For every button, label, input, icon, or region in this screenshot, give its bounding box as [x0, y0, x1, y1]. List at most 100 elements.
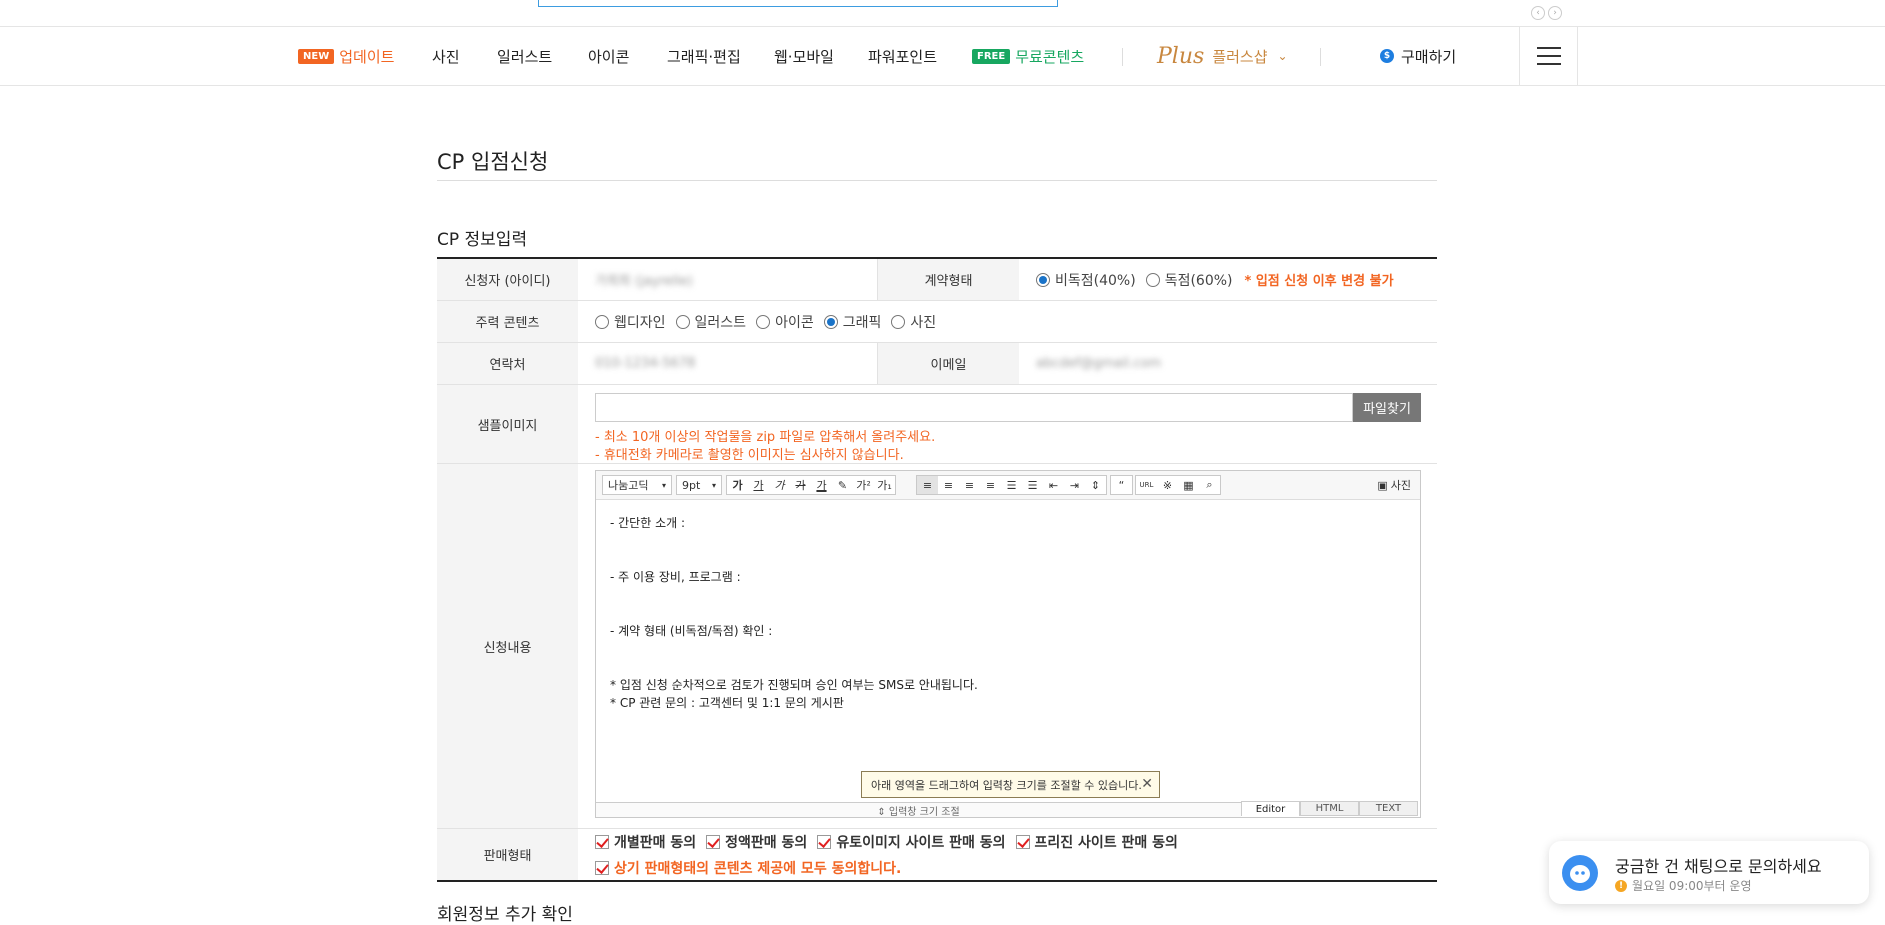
sale-cell: 개별판매 동의 정액판매 동의 유토이미지 사이트 판매 동의 프리진 사이트 …: [578, 829, 1437, 880]
contract-label: 계약형태: [878, 259, 1019, 300]
photo-insert-button[interactable]: ▣ 사진: [1372, 475, 1416, 495]
nav-item-ppt[interactable]: 파워포인트: [868, 27, 937, 85]
font-color-icon[interactable]: 가: [811, 476, 832, 494]
sale-check-individual[interactable]: 개별판매 동의: [595, 832, 696, 852]
nav-item-illust[interactable]: 일러스트: [497, 27, 552, 85]
align-left-icon[interactable]: ≡: [917, 476, 938, 494]
strikethrough-icon[interactable]: 가: [790, 476, 811, 494]
align-right-icon[interactable]: ≡: [959, 476, 980, 494]
dropdown-icon: ▾: [711, 480, 716, 490]
radio-button[interactable]: [756, 314, 771, 329]
ordered-list-icon[interactable]: ☰: [1001, 476, 1022, 494]
check-label: 정액판매 동의: [725, 834, 808, 851]
form-row-applicant: 신청자 (아이디) 가희희 (jayrelle) 계약형태 비독점(40%) 독…: [437, 259, 1437, 301]
quote-icon[interactable]: “: [1111, 476, 1132, 494]
bullet-list-icon[interactable]: ☰: [1022, 476, 1043, 494]
form-row-sample: 샘플이미지 파일찾기 - 최소 10개 이상의 작업물을 zip 파일로 압축해…: [437, 385, 1437, 464]
content-radio-graphic[interactable]: 그래픽: [823, 312, 881, 332]
chat-hours: ! 월요일 09:00부터 운영: [1615, 877, 1752, 894]
tooltip-text: 아래 영역을 드래그하여 입력창 크기를 조절할 수 있습니다.: [871, 778, 1142, 792]
mode-tab-editor[interactable]: Editor: [1241, 801, 1300, 816]
radio-button[interactable]: [595, 314, 609, 329]
chat-widget[interactable]: 궁금한 건 채팅으로 문의하세요 ! 월요일 09:00부터 운영: [1549, 841, 1869, 904]
chat-bot-icon: [1562, 855, 1598, 891]
nav-divider: [1122, 48, 1123, 66]
contract-radio-nonexclusive[interactable]: 비독점(40%): [1036, 270, 1136, 290]
content-label: 주력 콘텐츠: [437, 301, 578, 342]
mode-tab-html[interactable]: HTML: [1300, 801, 1359, 816]
editor-content[interactable]: - 간단한 소개 : - 주 이용 장비, 프로그램 : - 계약 형태 (비독…: [596, 500, 1420, 726]
radio-label: 독점(60%): [1164, 272, 1233, 289]
italic-icon[interactable]: 가: [769, 476, 790, 494]
nav-item-web[interactable]: 웹·모바일: [774, 27, 834, 85]
line-height-icon[interactable]: ⇕: [1085, 476, 1106, 494]
bold-icon[interactable]: 가: [727, 476, 748, 494]
special-char-icon[interactable]: ※: [1157, 476, 1178, 494]
sample-hint-1: - 최소 10개 이상의 작업물을 zip 파일로 압축해서 올려주세요.: [595, 430, 936, 445]
content-radio-illust[interactable]: 일러스트: [675, 312, 747, 332]
resize-handle[interactable]: ⇕ 입력창 크기 조절: [596, 802, 1241, 818]
checkbox[interactable]: [595, 860, 609, 875]
sale-check-fixed[interactable]: 정액판매 동의: [706, 832, 807, 852]
link-icon[interactable]: URL: [1136, 476, 1157, 494]
menu-button[interactable]: [1519, 27, 1578, 85]
font-select[interactable]: 나눔고딕 ▾: [602, 475, 672, 495]
sale-check-freegine[interactable]: 프리진 사이트 판매 동의: [1015, 832, 1178, 852]
phone-cell: 010-1234-5678: [578, 343, 878, 384]
close-icon[interactable]: ✕: [1141, 776, 1153, 792]
contract-cell: 비독점(40%) 독점(60%) * 입점 신청 이후 변경 불가: [1019, 259, 1437, 300]
sample-label: 샘플이미지: [437, 385, 578, 463]
next-arrow-icon[interactable]: ›: [1548, 6, 1562, 20]
nav-item-plus-shop[interactable]: Plus 플러스샵 ⌄: [1157, 27, 1288, 85]
radio-button[interactable]: [675, 314, 690, 329]
size-select[interactable]: 9pt ▾: [676, 475, 722, 495]
checkbox[interactable]: [595, 834, 609, 849]
content-radio-webdesign[interactable]: 웹디자인: [595, 312, 666, 332]
form-row-apply-content: 신청내용 나눔고딕 ▾ 9pt ▾ 가 가 가 가 가 ✎ 가² 가₁ ≡ ≡ …: [437, 464, 1437, 829]
indent-icon[interactable]: ⇥: [1064, 476, 1085, 494]
underline-icon[interactable]: 가: [748, 476, 769, 494]
check-label: 프리진 사이트 판매 동의: [1034, 834, 1178, 851]
editor-mode-tabs: Editor HTML TEXT: [1241, 801, 1418, 816]
contract-radio-exclusive[interactable]: 독점(60%): [1145, 270, 1233, 290]
subscript-icon[interactable]: 가₁: [874, 476, 895, 494]
apply-content-label: 신청내용: [437, 464, 578, 828]
email-cell: abcdef@gmail.com: [1019, 343, 1437, 384]
nav-item-update[interactable]: NEW 업데이트: [298, 27, 394, 85]
check-label: 유토이미지 사이트 판매 동의: [836, 834, 1006, 851]
content-radio-icon[interactable]: 아이콘: [756, 312, 814, 332]
highlight-icon[interactable]: ✎: [832, 476, 853, 494]
prev-arrow-icon[interactable]: ‹: [1531, 6, 1545, 20]
radio-button[interactable]: [891, 314, 906, 329]
checkbox[interactable]: [817, 834, 832, 849]
sale-options: 개별판매 동의 정액판매 동의 유토이미지 사이트 판매 동의 프리진 사이트 …: [595, 832, 1188, 852]
content-radio-photo[interactable]: 사진: [891, 312, 936, 332]
radio-button[interactable]: [1145, 272, 1160, 287]
file-browse-button[interactable]: 파일찾기: [1353, 393, 1421, 422]
mode-tab-text[interactable]: TEXT: [1359, 801, 1418, 816]
checkbox[interactable]: [706, 834, 721, 849]
nav-item-free[interactable]: FREE 무료콘텐츠: [972, 27, 1084, 85]
radio-button[interactable]: [823, 314, 838, 329]
radio-label: 일러스트: [694, 314, 747, 331]
nav-item-graphic[interactable]: 그래픽·편집: [667, 27, 741, 85]
find-icon[interactable]: ⌕: [1199, 476, 1220, 494]
nav-item-buy[interactable]: $ 구매하기: [1380, 27, 1456, 85]
superscript-icon[interactable]: 가²: [853, 476, 874, 494]
nav-item-icon[interactable]: 아이콘: [588, 27, 629, 85]
checkbox[interactable]: [1015, 834, 1030, 849]
dropdown-icon: ▾: [661, 480, 666, 490]
table-icon[interactable]: ▦: [1178, 476, 1199, 494]
file-path-input[interactable]: [595, 393, 1353, 422]
sample-hint-2: - 휴대전화 카메라로 촬영한 이미지는 심사하지 않습니다.: [595, 448, 904, 463]
nav-label: 무료콘텐츠: [1015, 47, 1085, 66]
align-center-icon[interactable]: ≡: [938, 476, 959, 494]
sale-check-agree-all[interactable]: 상기 판매형태의 콘텐츠 제공에 모두 동의합니다.: [595, 858, 901, 878]
nav-label: 플러스샵: [1212, 47, 1268, 66]
new-badge: NEW: [298, 48, 335, 64]
nav-item-photo[interactable]: 사진: [432, 27, 460, 85]
align-justify-icon[interactable]: ≡: [980, 476, 1001, 494]
outdent-icon[interactable]: ⇤: [1043, 476, 1064, 494]
sale-check-utoimage[interactable]: 유토이미지 사이트 판매 동의: [817, 832, 1006, 852]
radio-button[interactable]: [1036, 272, 1050, 287]
